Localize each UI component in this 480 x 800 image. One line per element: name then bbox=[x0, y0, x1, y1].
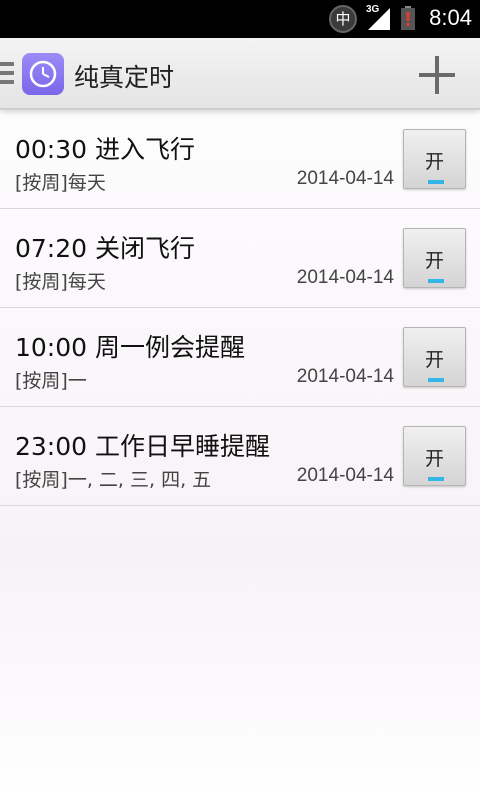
alarm-list: 00:30 进入飞行 [按周]每天 2014-04-14 开 07:20 关闭飞… bbox=[0, 110, 480, 506]
list-item[interactable]: 00:30 进入飞行 [按周]每天 2014-04-14 开 bbox=[0, 110, 480, 209]
signal-icon bbox=[368, 8, 390, 30]
alarm-date: 2014-04-14 bbox=[296, 366, 394, 387]
alarm-title: 07:20 关闭飞行 bbox=[15, 234, 195, 263]
toggle-button[interactable]: 开 bbox=[403, 426, 466, 486]
battery-icon bbox=[401, 6, 415, 30]
toggle-label: 开 bbox=[424, 250, 444, 272]
status-clock: 8:04 bbox=[429, 5, 472, 30]
toggle-indicator bbox=[428, 378, 444, 382]
list-item[interactable]: 07:20 关闭飞行 [按周]每天 2014-04-14 开 bbox=[0, 209, 480, 308]
alarm-repeat: [按周]一 bbox=[15, 370, 87, 392]
alarm-date: 2014-04-14 bbox=[296, 465, 394, 486]
action-bar: 纯真定时 bbox=[0, 38, 480, 110]
alarm-title: 23:00 工作日早睡提醒 bbox=[15, 432, 270, 461]
status-bar: 中 3G 8:04 bbox=[0, 0, 480, 38]
toggle-indicator bbox=[428, 477, 444, 481]
plus-icon[interactable] bbox=[410, 50, 464, 100]
alarm-title: 10:00 周一例会提醒 bbox=[15, 333, 245, 362]
toggle-label: 开 bbox=[424, 151, 444, 173]
alarm-repeat: [按周]每天 bbox=[15, 172, 106, 194]
toggle-label: 开 bbox=[424, 448, 444, 470]
alarm-date: 2014-04-14 bbox=[296, 267, 394, 288]
toggle-button[interactable]: 开 bbox=[403, 228, 466, 288]
list-item[interactable]: 10:00 周一例会提醒 [按周]一 2014-04-14 开 bbox=[0, 308, 480, 407]
ime-icon: 中 bbox=[329, 5, 357, 33]
toggle-button[interactable]: 开 bbox=[403, 327, 466, 387]
alarm-repeat: [按周]一, 二, 三, 四, 五 bbox=[15, 469, 212, 491]
app-title: 纯真定时 bbox=[74, 63, 175, 92]
list-item[interactable]: 23:00 工作日早睡提醒 [按周]一, 二, 三, 四, 五 2014-04-… bbox=[0, 407, 480, 506]
alarm-repeat: [按周]每天 bbox=[15, 271, 106, 293]
toggle-indicator bbox=[428, 180, 444, 184]
toggle-label: 开 bbox=[424, 349, 444, 371]
clock-icon[interactable] bbox=[22, 53, 64, 95]
toggle-button[interactable]: 开 bbox=[403, 129, 466, 189]
alarm-date: 2014-04-14 bbox=[296, 168, 394, 189]
alarm-title: 00:30 进入飞行 bbox=[15, 135, 195, 164]
toggle-indicator bbox=[428, 279, 444, 283]
menu-icon[interactable] bbox=[0, 62, 14, 84]
